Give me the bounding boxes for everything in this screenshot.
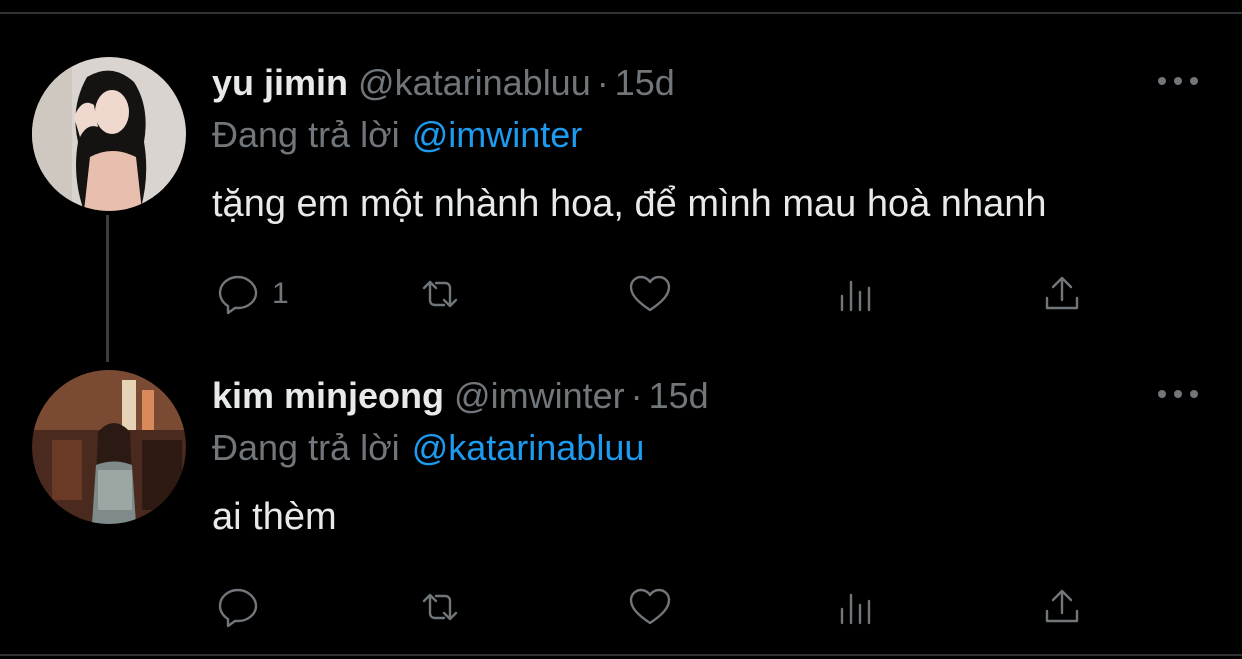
user-handle[interactable]: @imwinter xyxy=(454,375,625,416)
share-upload-icon xyxy=(1045,276,1079,310)
reply-button[interactable] xyxy=(214,582,272,632)
retweet-button[interactable] xyxy=(416,269,464,319)
views-button[interactable] xyxy=(832,582,880,632)
timestamp[interactable]: 15d xyxy=(649,375,709,416)
speech-bubble-icon xyxy=(218,275,258,315)
retweet-icon xyxy=(422,593,458,621)
action-bar xyxy=(212,582,1112,632)
reply-button[interactable]: 1 xyxy=(214,269,289,319)
bottom-divider xyxy=(0,654,1242,656)
more-options-icon[interactable] xyxy=(1158,382,1198,406)
retweet-button[interactable] xyxy=(416,582,464,632)
replying-to-handle[interactable]: @katarinabluu xyxy=(412,427,645,468)
retweet-icon xyxy=(422,280,458,308)
separator-dot: · xyxy=(596,62,609,103)
replying-to-label: Đang trả lời xyxy=(212,427,400,468)
tweet-text: tặng em một nhành hoa, để mình mau hoà n… xyxy=(212,183,1047,225)
views-button[interactable] xyxy=(832,269,880,319)
bar-chart-icon xyxy=(840,280,871,312)
display-name[interactable]: kim minjeong xyxy=(212,375,444,416)
replying-to: Đang trả lời @imwinter xyxy=(212,113,582,157)
bar-chart-icon xyxy=(840,593,871,625)
thread-connector-line xyxy=(106,215,109,362)
tweet-header: yu jimin @katarinabluu · 15d xyxy=(212,61,675,105)
heart-icon xyxy=(629,588,671,625)
action-bar: 1 xyxy=(212,269,1112,319)
user-handle[interactable]: @katarinabluu xyxy=(358,62,591,103)
heart-icon xyxy=(629,275,671,312)
replying-to: Đang trả lời @katarinabluu xyxy=(212,426,644,470)
timestamp[interactable]: 15d xyxy=(615,62,675,103)
reply-count: 1 xyxy=(272,277,289,310)
separator-dot: · xyxy=(630,375,643,416)
top-divider xyxy=(0,12,1242,14)
avatar[interactable] xyxy=(32,57,186,211)
share-button[interactable] xyxy=(1038,582,1086,632)
replying-to-label: Đang trả lời xyxy=(212,114,400,155)
replying-to-handle[interactable]: @imwinter xyxy=(412,114,583,155)
tweet-text: ai thèm xyxy=(212,496,337,538)
display-name[interactable]: yu jimin xyxy=(212,62,348,103)
speech-bubble-icon xyxy=(218,588,258,628)
like-button[interactable] xyxy=(626,269,674,319)
share-upload-icon xyxy=(1045,589,1079,623)
share-button[interactable] xyxy=(1038,269,1086,319)
avatar[interactable] xyxy=(32,370,186,524)
tweet-header: kim minjeong @imwinter · 15d xyxy=(212,374,709,418)
more-options-icon[interactable] xyxy=(1158,69,1198,93)
like-button[interactable] xyxy=(626,582,674,632)
